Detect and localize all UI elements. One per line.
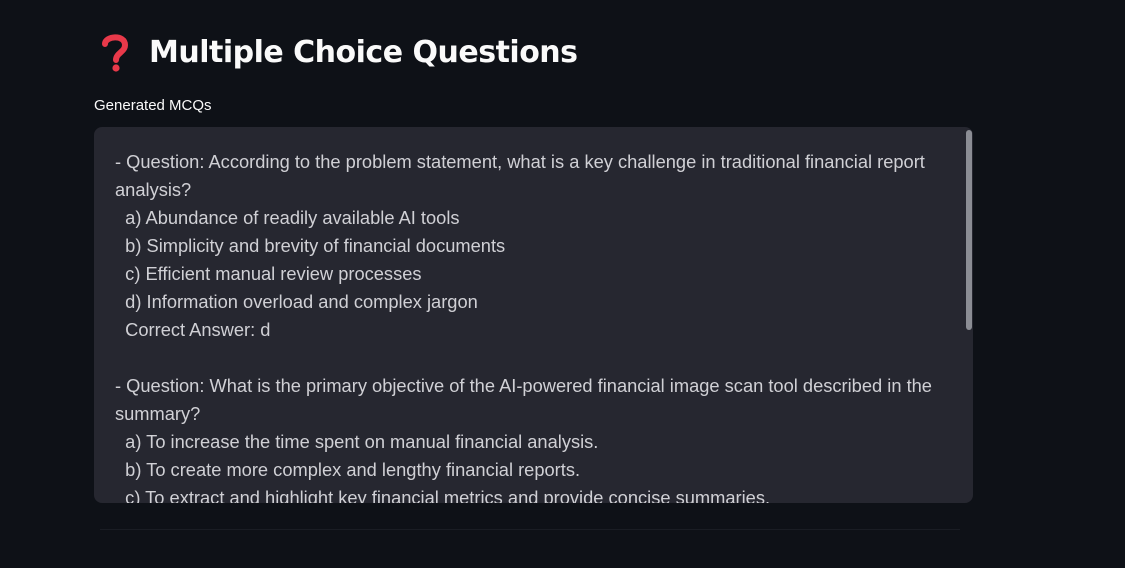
mcq-textarea[interactable]: - Question: According to the problem sta… [94,127,973,503]
divider [100,529,960,530]
textarea-scrollbar[interactable] [966,130,972,330]
mcq-field-label: Generated MCQs [94,97,212,114]
page-title: Multiple Choice Questions [149,34,578,70]
mcq-textarea-content[interactable]: - Question: According to the problem sta… [115,148,933,503]
app-page: Multiple Choice Questions Generated MCQs… [0,0,1125,568]
resize-handle-icon[interactable] [965,495,972,502]
page-header: Multiple Choice Questions [100,30,578,74]
question-mark-icon [100,32,130,72]
